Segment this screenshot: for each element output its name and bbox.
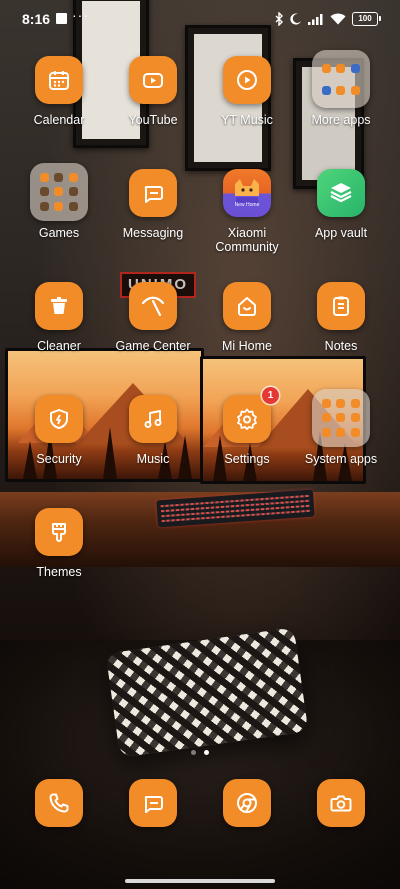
- gear-icon: 1: [223, 387, 279, 443]
- mini-app-icon: [336, 398, 346, 408]
- folder-system-apps[interactable]: System apps: [293, 389, 389, 466]
- mini-app-icon: [351, 85, 361, 95]
- dock-camera[interactable]: [293, 779, 389, 827]
- mini-app-icon: [351, 428, 361, 438]
- app-label: Music: [136, 452, 170, 466]
- app-youtube[interactable]: YouTube: [105, 56, 201, 127]
- app-game-center[interactable]: Game Center: [105, 282, 201, 353]
- moon-icon: [290, 13, 302, 25]
- game-center-icon: [129, 282, 177, 330]
- folder-games[interactable]: Games: [11, 163, 107, 240]
- mini-app-icon: [336, 413, 346, 423]
- themes-icon: [35, 508, 83, 556]
- folder-icon: [30, 163, 88, 221]
- message-icon: [129, 779, 177, 827]
- app-label: YT Music: [221, 113, 273, 127]
- mini-app-icon: [39, 172, 49, 182]
- app-label: More apps: [311, 113, 371, 127]
- mini-app-icon: [336, 63, 346, 73]
- app-notes[interactable]: Notes: [293, 282, 389, 353]
- mini-app-icon: [54, 187, 64, 197]
- message-icon: [129, 169, 177, 217]
- folder-icon: [312, 50, 370, 108]
- app-yt-music[interactable]: YT Music: [199, 56, 295, 127]
- wifi-icon: [330, 13, 346, 25]
- battery-icon: 100: [352, 12, 381, 26]
- more-notifications-icon: ···: [72, 7, 89, 23]
- folder-more-apps[interactable]: More apps: [293, 50, 389, 127]
- mini-app-icon: [351, 398, 361, 408]
- notification-icon: [56, 13, 67, 24]
- mini-app-icon: [351, 63, 361, 73]
- mini-app-icon: [321, 413, 331, 423]
- mini-app-icon: [336, 428, 346, 438]
- mini-app-icon: [321, 428, 331, 438]
- mini-app-icon: [321, 398, 331, 408]
- home-gesture-bar[interactable]: [125, 879, 275, 883]
- mini-app-icon: [54, 202, 64, 212]
- app-label: Calendar: [33, 113, 85, 127]
- app-app-vault[interactable]: App vault: [293, 169, 389, 240]
- app-themes[interactable]: Themes: [11, 508, 107, 579]
- app-label: Xiaomi Community: [215, 226, 279, 254]
- mini-app-icon: [336, 85, 346, 95]
- app-label: Themes: [36, 565, 82, 579]
- page-indicator[interactable]: [0, 742, 400, 760]
- page-dot-active[interactable]: [204, 750, 209, 755]
- app-vault-icon: [317, 169, 365, 217]
- mini-app-icon: [39, 187, 49, 197]
- app-label: System apps: [304, 452, 378, 466]
- app-label: App vault: [314, 226, 368, 240]
- youtube-icon: [129, 56, 177, 104]
- app-label: Mi Home: [221, 339, 272, 353]
- mini-app-icon: [69, 187, 79, 197]
- app-label: YouTube: [128, 113, 178, 127]
- status-icons: 100: [275, 11, 381, 27]
- trash-icon: [35, 282, 83, 330]
- app-label: Game Center: [115, 339, 191, 353]
- app-label: Games: [38, 226, 80, 240]
- mini-app-icon: [39, 202, 49, 212]
- app-label: Messaging: [122, 226, 184, 240]
- xiaomi-community-icon-text: New Home: [234, 202, 260, 208]
- mini-app-icon: [69, 202, 79, 212]
- app-label: Notes: [324, 339, 358, 353]
- app-label: Settings: [224, 452, 270, 466]
- mini-app-icon: [54, 172, 64, 182]
- music-icon: [129, 395, 177, 443]
- mini-app-icon: [321, 63, 331, 73]
- calendar-icon: [35, 56, 83, 104]
- app-label: Security: [36, 452, 82, 466]
- bluetooth-icon: [275, 12, 284, 26]
- app-calendar[interactable]: Calendar: [11, 56, 107, 127]
- app-xiaomi-community[interactable]: New Home Xiaomi Community: [199, 169, 295, 254]
- app-security[interactable]: Security: [11, 395, 107, 466]
- status-bar: 8:16 ··· 100: [0, 0, 400, 38]
- dock-messaging[interactable]: [105, 779, 201, 827]
- mini-app-icon: [69, 172, 79, 182]
- folder-icon: [312, 389, 370, 447]
- home-icon: [223, 282, 271, 330]
- signal-icon: [308, 13, 324, 25]
- app-messaging[interactable]: Messaging: [105, 169, 201, 240]
- app-label: Cleaner: [37, 339, 81, 353]
- camera-icon: [317, 779, 365, 827]
- chrome-icon: [223, 779, 271, 827]
- app-settings[interactable]: 1 Settings: [199, 387, 295, 466]
- status-time: 8:16: [22, 11, 51, 27]
- yt-music-icon: [223, 56, 271, 104]
- mini-app-icon: [321, 85, 331, 95]
- xiaomi-community-icon: New Home: [223, 169, 271, 217]
- notification-badge: 1: [262, 387, 279, 404]
- app-music[interactable]: Music: [105, 395, 201, 466]
- security-icon: [35, 395, 83, 443]
- mini-app-icon: [351, 413, 361, 423]
- dock-phone[interactable]: [11, 779, 107, 827]
- app-cleaner[interactable]: Cleaner: [11, 282, 107, 353]
- dock-chrome[interactable]: [199, 779, 295, 827]
- page-dot[interactable]: [191, 750, 196, 755]
- app-mi-home[interactable]: Mi Home: [199, 282, 295, 353]
- phone-icon: [35, 779, 83, 827]
- notes-icon: [317, 282, 365, 330]
